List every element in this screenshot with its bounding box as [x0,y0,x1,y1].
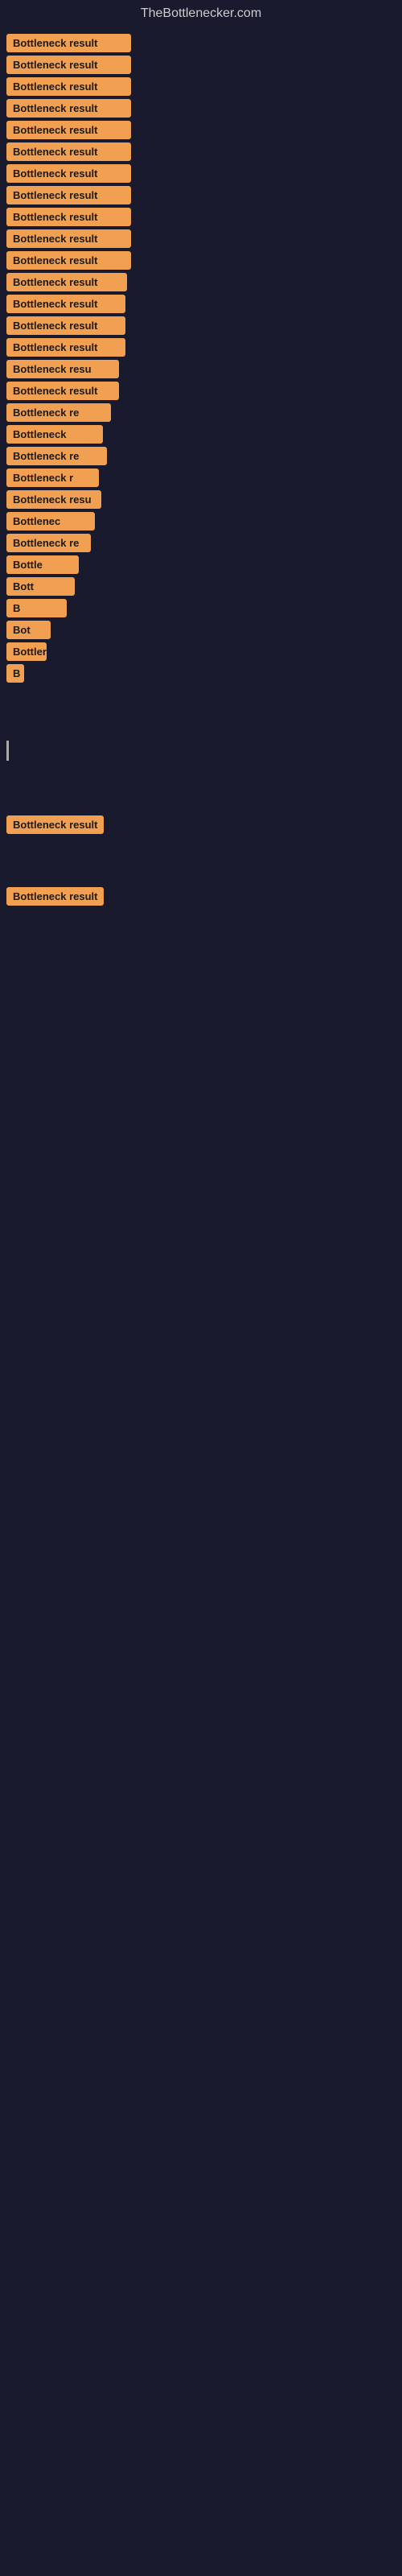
list-item[interactable]: Bottle [6,555,396,574]
bottleneck-badge: Bottleneck result [6,164,131,183]
bottleneck-badge: Bottleneck result [6,273,127,291]
bottleneck-badge: Bottleneck r [6,469,99,487]
list-item[interactable]: Bottleneck result [6,295,396,313]
bottleneck-badge: Bottleneck result [6,142,131,161]
bottleneck-badge: Bottleneck result [6,316,125,335]
bottom-section: Bottleneck result Bottleneck result [0,815,402,906]
list-item[interactable]: B [6,664,396,683]
bottleneck-badge: Bottleneck result [6,251,131,270]
list-item[interactable]: Bottleneck result [6,121,396,139]
list-item[interactable]: Bottleneck re [6,447,396,465]
bottleneck-badge: Bottleneck re [6,447,107,465]
list-item[interactable]: Bottleneck re [6,534,396,552]
bottleneck-badge: Bottleneck result [6,295,125,313]
list-item[interactable]: Bottleneck resu [6,360,396,378]
list-item[interactable]: Bottleneck result [6,338,396,357]
list-item[interactable]: Bottleneck result [6,186,396,204]
bottleneck-badge: Bottleneck result [6,887,104,906]
bottleneck-badge: Bottleneck re [6,534,91,552]
list-item[interactable]: Bottlenec [6,512,396,530]
list-item[interactable]: Bottleneck result [6,34,396,52]
list-item[interactable]: Bottleneck result [6,77,396,96]
list-item[interactable]: Bottleneck result [6,142,396,161]
list-item[interactable]: Bottleneck [6,425,396,444]
bottleneck-badge: Bottle [6,555,79,574]
list-item[interactable]: Bottleneck result [6,273,396,291]
bottleneck-badge: Bottleneck result [6,77,131,96]
list-item[interactable]: Bottler [6,642,396,661]
list-item[interactable]: Bottleneck result [6,56,396,74]
list-item[interactable]: Bottleneck result [6,815,396,834]
list-item[interactable]: Bottleneck result [6,208,396,226]
bottleneck-badge: B [6,599,67,617]
bottleneck-badge: Bottleneck result [6,186,131,204]
bottleneck-list: Bottleneck result Bottleneck result Bott… [0,27,402,906]
list-item[interactable]: Bottleneck result [6,229,396,248]
list-item[interactable]: Bottleneck result [6,887,396,906]
bottleneck-badge: Bottleneck resu [6,360,119,378]
bottleneck-badge: Bottleneck result [6,338,125,357]
list-item[interactable]: B [6,599,396,617]
bottleneck-badge: Bottleneck resu [6,490,101,509]
list-item[interactable]: Bottleneck result [6,99,396,118]
list-item[interactable]: Bott [6,577,396,596]
list-item[interactable]: Bottleneck re [6,403,396,422]
bottleneck-badge: Bottleneck result [6,382,119,400]
bottleneck-badge: Bottleneck result [6,815,104,834]
bottleneck-badge: B [6,664,24,683]
bottleneck-badge: Bottleneck [6,425,103,444]
bottleneck-badge: Bottleneck result [6,208,131,226]
empty-space [0,686,402,734]
list-item[interactable]: Bottleneck r [6,469,396,487]
list-item[interactable]: Bottleneck result [6,382,396,400]
bottleneck-badge: Bottleneck result [6,99,131,118]
bottleneck-badge: Bottleneck result [6,121,131,139]
list-item[interactable]: Bottleneck result [6,164,396,183]
site-title: TheBottlenecker.com [0,0,402,27]
list-item[interactable]: Bottleneck result [6,251,396,270]
bottleneck-badge: Bottleneck re [6,403,111,422]
bottleneck-badge: Bottlenec [6,512,95,530]
list-item[interactable]: Bottleneck resu [6,490,396,509]
spacer [0,840,402,881]
spacer [0,767,402,799]
bottleneck-badge: Bottleneck result [6,56,131,74]
bottleneck-badge: Bottleneck result [6,34,131,52]
bottleneck-badge: Bottler [6,642,47,661]
list-item[interactable]: Bottleneck result [6,316,396,335]
bottleneck-badge: Bot [6,621,51,639]
bottleneck-badge: Bottleneck result [6,229,131,248]
bottleneck-badge: Bott [6,577,75,596]
cursor-indicator [6,741,9,761]
list-item[interactable]: Bot [6,621,396,639]
